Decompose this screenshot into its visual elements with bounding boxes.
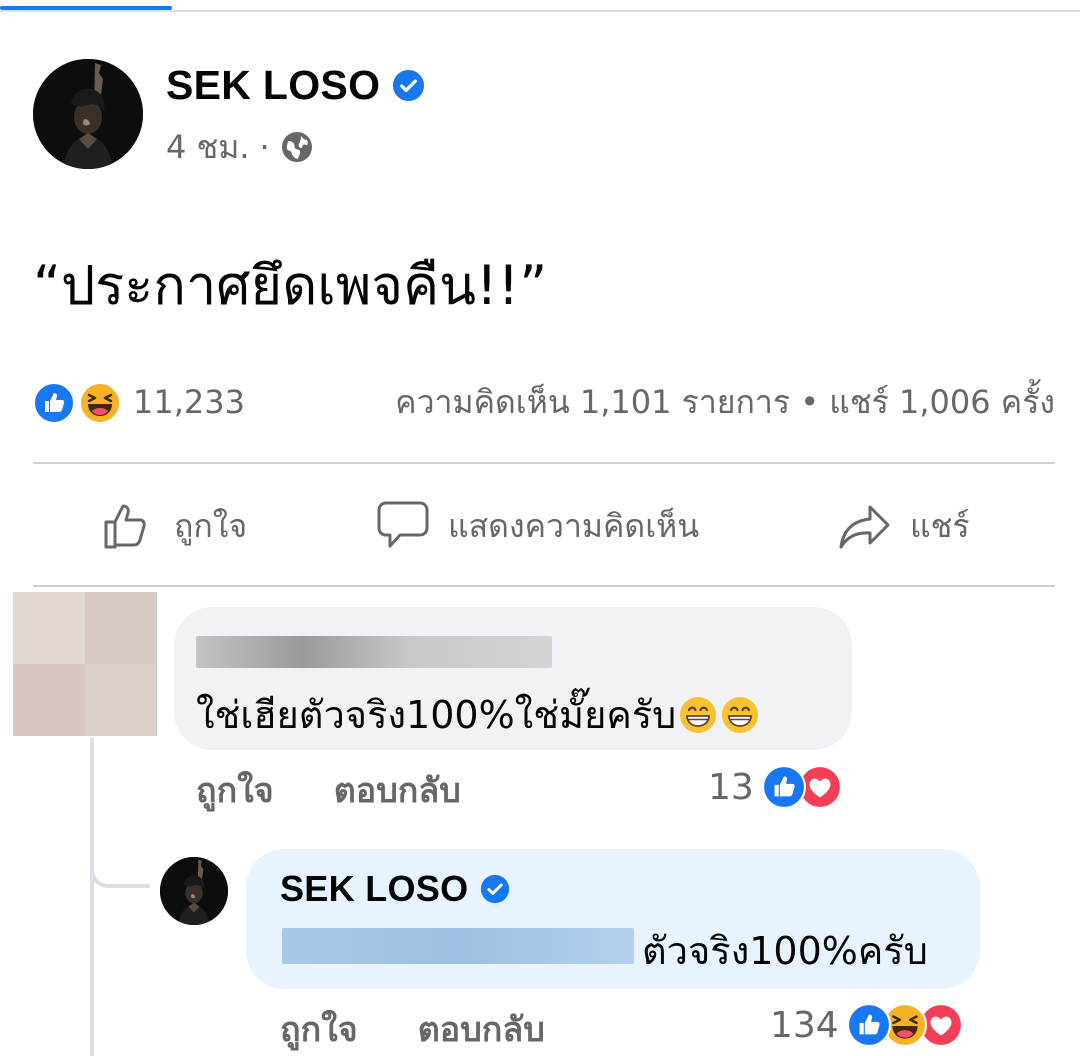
reaction-count[interactable]: 11,233 (133, 378, 245, 426)
post-author[interactable]: SEK LOSO (166, 60, 425, 110)
verified-badge-icon (392, 69, 425, 102)
share-arrow-icon (839, 505, 890, 549)
grinning-emoji-icon (678, 695, 718, 735)
reaction-summary: 11,233 ความคิดเห็น 1,101 รายการ • แชร์ 1… (33, 378, 1055, 426)
comment-like-button[interactable]: ถูกใจ (196, 763, 274, 817)
post-text: “ประกาศยึดเพจคืน!!” (33, 254, 548, 317)
commenter-name-redacted[interactable] (196, 636, 552, 668)
comments-shares-stats[interactable]: ความคิดเห็น 1,101 รายการ • แชร์ 1,006 คร… (395, 378, 1055, 426)
comment-bubble-icon (377, 501, 429, 548)
comment-reply-button[interactable]: ตอบกลับ (334, 763, 461, 817)
reply-reply-button[interactable]: ตอบกลับ (418, 1002, 545, 1056)
author-name[interactable]: SEK LOSO (166, 62, 380, 109)
author-avatar[interactable] (33, 59, 143, 169)
share-button[interactable]: แชร์ (836, 496, 970, 556)
commenter-avatar-blurred[interactable] (13, 592, 157, 736)
comment-actions: ถูกใจ ตอบกลับ (196, 765, 461, 815)
like-button[interactable]: ถูกใจ (100, 496, 247, 556)
reply-like-button[interactable]: ถูกใจ (280, 1002, 358, 1056)
like-reaction-icon (762, 765, 806, 809)
mention-redacted[interactable] (282, 928, 634, 964)
comment-label: แสดงความคิดเห็น (448, 506, 700, 545)
header-divider (0, 10, 1080, 12)
reply-reaction-count: 134 (770, 1004, 839, 1046)
thread-connector (90, 858, 150, 888)
share-label: แชร์ (910, 506, 970, 545)
comment-text: ใช่เฮียตัวจริง100%ใช่มั๊ยครับ (196, 684, 760, 745)
comment-reactions[interactable]: 13 (708, 762, 842, 812)
thumbs-up-icon (104, 504, 146, 549)
reply-reactions[interactable]: 134 (770, 1000, 963, 1050)
avatar-photo (33, 59, 143, 169)
reply-author-avatar[interactable] (160, 857, 228, 925)
grinning-emoji-icon (720, 695, 760, 735)
like-label: ถูกใจ (174, 506, 248, 545)
meta-separator: · (259, 128, 270, 166)
comment-button[interactable]: แสดงความคิดเห็น (374, 496, 699, 556)
globe-icon[interactable] (280, 130, 314, 164)
avatar-photo (160, 857, 228, 925)
divider (33, 585, 1055, 587)
thread-line (90, 738, 94, 1056)
reply-text: ตัวจริง100%ครับ (642, 929, 928, 973)
like-reaction-icon (847, 1003, 891, 1047)
reply-actions: ถูกใจ ตอบกลับ (280, 1004, 545, 1054)
post-meta: 4 ชม. · (166, 126, 314, 168)
reaction-icons[interactable] (33, 382, 125, 424)
like-reaction-icon (33, 382, 75, 424)
comment-reaction-count: 13 (708, 766, 754, 808)
haha-reaction-icon (79, 382, 121, 424)
post-time[interactable]: 4 ชม. (166, 122, 250, 173)
divider (33, 462, 1055, 464)
comment-body: ใช่เฮียตัวจริง100%ใช่มั๊ยครับ (196, 693, 677, 737)
reply-author[interactable]: SEK LOSO (280, 866, 510, 912)
verified-badge-icon (480, 874, 510, 904)
reply-author-name[interactable]: SEK LOSO (280, 868, 468, 910)
